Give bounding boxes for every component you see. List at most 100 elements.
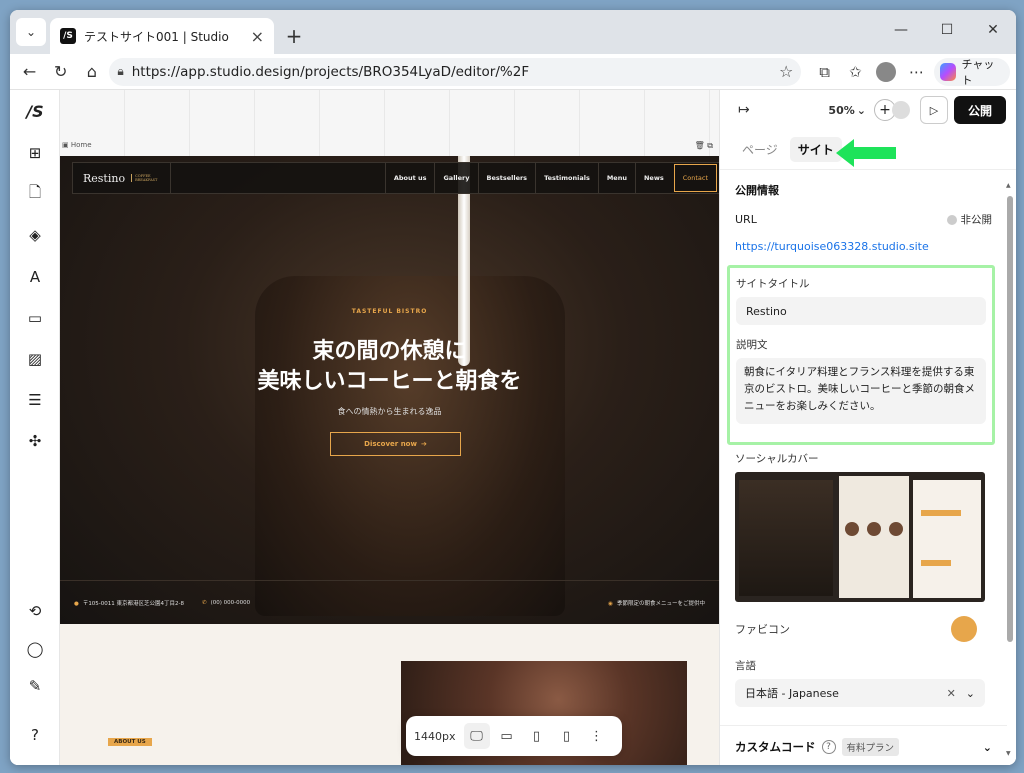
nav-bestsellers[interactable]: Bestsellers [477, 163, 536, 193]
url-text: https://app.studio.design/projects/BRO35… [131, 63, 530, 80]
preview-play-button[interactable]: ▷ [919, 96, 948, 124]
frame-label[interactable]: ▣ Home [62, 141, 92, 149]
paid-plan-badge: 有料プラン [841, 738, 900, 756]
scroll-up-icon[interactable]: ▲ [1006, 182, 1011, 189]
copilot-icon [939, 62, 956, 81]
more-vertical-icon[interactable]: ⋮ [584, 723, 610, 749]
favicon-preview[interactable] [951, 616, 977, 642]
site-url-link[interactable]: https://turquoise063328.studio.site [735, 240, 1007, 253]
language-select[interactable]: 日本語 - Japanese ✕ ⌄ [735, 679, 985, 707]
folder-icon[interactable]: ▭ [22, 305, 48, 331]
notice-text: 季節限定の朝食メニューをご提供中 [616, 600, 705, 607]
studio-favicon-icon: /S [60, 28, 76, 44]
frame-label-text: Home [70, 141, 92, 149]
copy-icon[interactable]: ⧉ [707, 141, 713, 150]
add-element-icon[interactable]: ⊞ [22, 140, 48, 166]
nav-testimonials[interactable]: Testimonials [535, 163, 598, 193]
site-title-input[interactable]: Restino [736, 297, 986, 325]
address-text: 〒105-0011 東京都港区芝公園4丁目2-8 [82, 600, 185, 607]
panel-scrollbar[interactable]: ▲ ▼ [1006, 182, 1014, 765]
description-textarea[interactable]: 朝食にイタリア料理とフランス料理を提供する東京のビストロ。美味しいコーヒーと季節… [736, 358, 986, 424]
brand-name: Restino [83, 171, 126, 185]
clock-icon: ◉ [608, 600, 613, 607]
comment-icon[interactable]: ◯ [22, 636, 48, 662]
breakpoint-width[interactable]: 1440px [414, 730, 456, 743]
cms-icon[interactable]: ☰ [22, 387, 48, 413]
green-arrow-annotation-icon [836, 139, 896, 167]
tab-page[interactable]: ページ [734, 137, 786, 162]
layers-icon[interactable]: ◈ [22, 222, 48, 248]
mobile-icon[interactable]: ▯ [554, 723, 580, 749]
site-header[interactable]: Restino COFFEE BREAKFAST About us Galler… [72, 162, 719, 194]
copilot-button[interactable]: チャット [933, 57, 1010, 87]
browser-window: ⌄ /S テストサイト001 | Studio × + — ☐ ✕ ← ↻ ⌂ … [10, 10, 1016, 765]
nav-menu[interactable]: Menu [597, 163, 635, 193]
home-button[interactable]: ⌂ [78, 57, 105, 87]
cover-page-3 [913, 480, 981, 598]
trash-icon[interactable]: 🗑︎ [695, 141, 705, 150]
design-canvas[interactable]: ▣ Home 🗑︎ ⧉ Restino COFFEE BREAKFAST Abo… [60, 90, 719, 765]
more-menu-icon[interactable]: ⋯ [903, 57, 930, 87]
copilot-label: チャット [961, 57, 995, 87]
canvas-grid [60, 90, 719, 156]
phone-item: ✆ (00) 000-0000 [202, 600, 250, 606]
browser-toolbar: ⧉ ✩ ⋯ チャット [811, 57, 1010, 87]
close-window-icon[interactable]: ✕ [970, 10, 1016, 50]
reload-button[interactable]: ↻ [47, 57, 74, 87]
nav-gallery[interactable]: Gallery [434, 163, 477, 193]
scroll-thumb[interactable] [1007, 196, 1013, 642]
site-brand[interactable]: Restino COFFEE BREAKFAST [73, 163, 171, 193]
zoom-select[interactable]: 50% ⌄ [828, 104, 866, 117]
social-cover-image[interactable] [735, 472, 985, 602]
new-tab-button[interactable]: + [280, 22, 308, 50]
scroll-down-icon[interactable]: ▼ [1006, 750, 1011, 757]
publish-button[interactable]: 公開 [953, 96, 1006, 124]
minimize-icon[interactable]: — [878, 10, 924, 50]
history-icon[interactable]: ⟲ [22, 598, 48, 624]
discover-button[interactable]: Discover now ➔ [330, 432, 461, 456]
hero-title-line2: 美味しいコーヒーと朝食を [257, 368, 522, 394]
window-controls: — ☐ ✕ [878, 10, 1016, 50]
collapse-panel-icon[interactable]: ↦ [738, 102, 750, 118]
nav-contact-button[interactable]: Contact [673, 164, 717, 192]
chevron-down-icon: ⌄ [965, 686, 975, 700]
collaborator-avatar[interactable] [891, 101, 910, 119]
phone-text: (00) 000-0000 [210, 599, 251, 606]
url-row: URL 非公開 [735, 212, 1007, 227]
back-button[interactable]: ← [16, 57, 43, 87]
studio-logo-icon[interactable]: /S [22, 98, 48, 124]
tab-site[interactable]: サイト [789, 137, 842, 162]
hero-section[interactable]: Restino COFFEE BREAKFAST About us Galler… [60, 156, 719, 624]
browser-tab[interactable]: /S テストサイト001 | Studio × [50, 18, 274, 54]
tablet-icon[interactable]: ▯ [524, 723, 550, 749]
favorites-icon[interactable]: ✩ [842, 57, 869, 87]
close-tab-icon[interactable]: × [251, 27, 264, 46]
favorite-star-icon[interactable]: ☆ [779, 62, 793, 81]
help-circle-icon[interactable]: ? [821, 740, 836, 754]
tab-actions-button[interactable]: ⌄ [16, 18, 46, 46]
help-icon[interactable]: ? [22, 722, 48, 748]
image-icon[interactable]: ▨ [22, 346, 48, 372]
nav-news[interactable]: News [634, 163, 672, 193]
pages-icon[interactable]: 🗋 [22, 181, 48, 207]
site-preview[interactable]: Restino COFFEE BREAKFAST About us Galler… [60, 156, 719, 765]
cover-page-1 [739, 480, 833, 596]
nav-about[interactable]: About us [384, 163, 435, 193]
favicon-label: ファビコン [735, 623, 790, 636]
typography-icon[interactable]: A [22, 264, 48, 290]
desktop-icon[interactable]: 🖵 [463, 723, 490, 749]
components-icon[interactable]: ✣ [22, 428, 48, 454]
url-field[interactable]: 🔒︎ https://app.studio.design/projects/BR… [109, 57, 802, 86]
frame-tools[interactable]: 🗑︎ ⧉ [695, 141, 713, 151]
panel-tabs: ページ サイト [720, 130, 1016, 170]
laptop-icon[interactable]: ▭ [494, 723, 520, 749]
pen-icon[interactable]: ✎ [22, 673, 48, 699]
maximize-icon[interactable]: ☐ [924, 10, 970, 50]
lock-icon[interactable]: 🔒︎ [117, 64, 123, 79]
extensions-icon[interactable]: ⧉ [811, 57, 838, 87]
custom-code-row[interactable]: カスタムコード ? 有料プラン ⌄ [720, 725, 1007, 756]
clear-icon[interactable]: ✕ [947, 687, 956, 700]
settings-panel: ↦ 50% ⌄ + ▷ 公開 ページ サイト 公開情報 URL 非公開 http… [719, 90, 1016, 765]
profile-button[interactable] [873, 57, 900, 87]
discover-label: Discover now [364, 440, 417, 448]
